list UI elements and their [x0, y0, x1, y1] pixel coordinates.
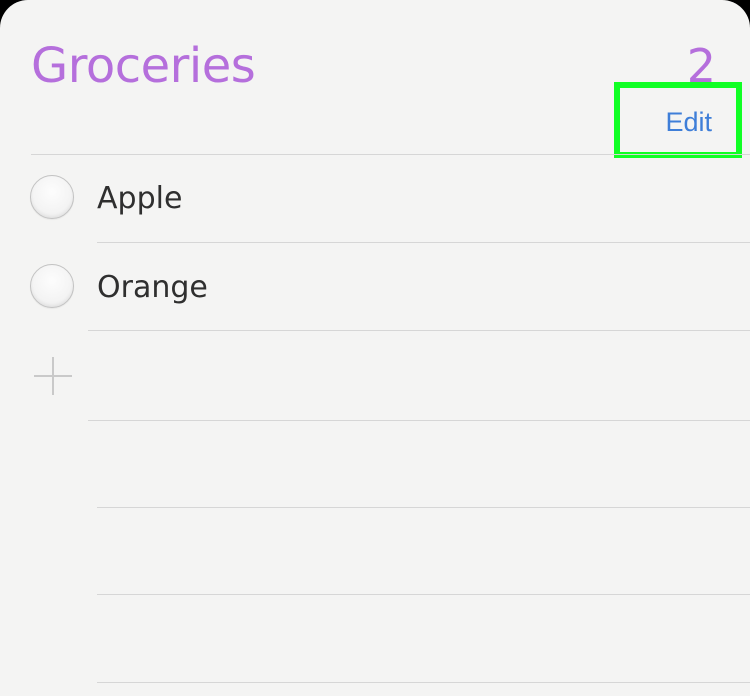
- edit-button[interactable]: Edit: [614, 82, 742, 158]
- reminders-list-card: Groceries 2 Edit Apple Orange: [0, 0, 750, 696]
- plus-vertical-stroke: [52, 357, 54, 395]
- empty-row-divider: [97, 594, 750, 595]
- complete-checkbox-orange[interactable]: [30, 264, 74, 308]
- reminder-item-apple[interactable]: Apple: [97, 179, 182, 219]
- list-title: Groceries: [31, 38, 256, 94]
- row-divider: [97, 242, 750, 243]
- add-item-icon[interactable]: [34, 357, 72, 395]
- complete-checkbox-apple[interactable]: [30, 175, 74, 219]
- row-divider: [88, 330, 750, 331]
- header-divider: [31, 154, 750, 155]
- edit-button-label: Edit: [665, 107, 712, 137]
- reminder-item-orange[interactable]: Orange: [97, 268, 208, 308]
- empty-row-divider: [97, 507, 750, 508]
- row-divider: [88, 420, 750, 421]
- empty-row-divider: [97, 682, 750, 683]
